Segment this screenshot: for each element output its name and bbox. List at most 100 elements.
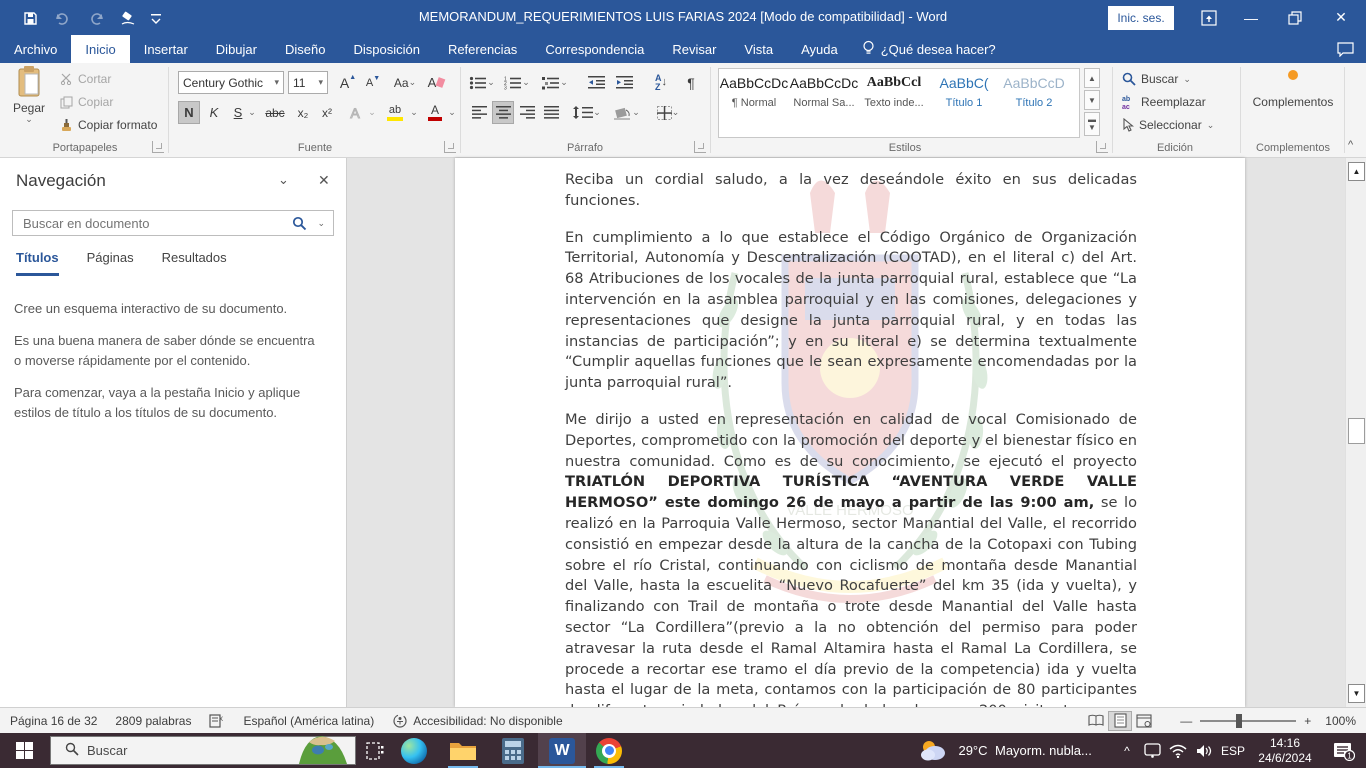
- weather-temperature[interactable]: 29°C: [953, 733, 993, 768]
- sign-in-button[interactable]: Inic. ses.: [1108, 6, 1174, 30]
- page-indicator[interactable]: Página 16 de 32: [10, 714, 97, 728]
- align-left-button[interactable]: [468, 101, 490, 124]
- tab-vista[interactable]: Vista: [730, 35, 787, 63]
- shrink-font-button[interactable]: A▼: [362, 71, 384, 94]
- nav-search-box[interactable]: ⌄: [12, 210, 334, 236]
- tab-dibujar[interactable]: Dibujar: [202, 35, 271, 63]
- styles-dialog-launcher[interactable]: [1096, 141, 1108, 153]
- find-button[interactable]: Buscar⌄: [1122, 72, 1191, 86]
- proofing-errors-icon[interactable]: x: [209, 713, 225, 728]
- tab-inicio[interactable]: Inicio: [71, 35, 129, 63]
- zoom-in-button[interactable]: +: [1304, 714, 1311, 728]
- font-dialog-launcher[interactable]: [444, 141, 456, 153]
- restore-button[interactable]: [1278, 0, 1312, 35]
- document-page[interactable]: VALLE HERMOSO Reciba un cordial saludo, …: [455, 158, 1245, 707]
- nav-tab-resultados[interactable]: Resultados: [162, 250, 227, 276]
- vertical-scrollbar[interactable]: ▲ ▼: [1345, 158, 1366, 707]
- weather-icon[interactable]: [916, 733, 952, 768]
- format-painter-button[interactable]: Copiar formato: [60, 118, 157, 132]
- edge-icon[interactable]: [398, 733, 430, 768]
- ribbon-display-options-icon[interactable]: [1192, 0, 1226, 35]
- font-color-caret-icon[interactable]: ⌄: [446, 101, 458, 124]
- underline-button[interactable]: S: [228, 101, 248, 124]
- highlight-button[interactable]: ab: [382, 101, 408, 124]
- search-options-caret-icon[interactable]: ⌄: [317, 218, 325, 229]
- style-normal-sa[interactable]: AaBbCcDc Normal Sa...: [789, 69, 859, 137]
- style-normal[interactable]: AaBbCcDc ¶ Normal: [719, 69, 789, 137]
- styles-more-icon[interactable]: ▬▼: [1084, 112, 1100, 136]
- nav-search-input[interactable]: [21, 212, 271, 234]
- strikethrough-button[interactable]: abc: [262, 101, 288, 124]
- scrollbar-thumb[interactable]: [1348, 418, 1365, 444]
- bold-button[interactable]: N: [178, 101, 200, 124]
- grow-font-button[interactable]: A▲: [336, 71, 360, 94]
- zoom-percentage[interactable]: 100%: [1325, 714, 1356, 728]
- tab-ayuda[interactable]: Ayuda: [787, 35, 852, 63]
- chrome-icon[interactable]: [592, 733, 626, 768]
- italic-button[interactable]: K: [204, 101, 224, 124]
- wifi-icon[interactable]: [1166, 733, 1190, 768]
- addins-button[interactable]: Complementos: [1248, 69, 1338, 109]
- tab-archivo[interactable]: Archivo: [0, 35, 71, 63]
- superscript-button[interactable]: x²: [316, 101, 338, 124]
- web-layout-icon[interactable]: [1132, 711, 1156, 731]
- multilevel-list-button[interactable]: ⌄: [540, 71, 570, 94]
- shading-button[interactable]: ⌄: [610, 101, 644, 124]
- volume-icon[interactable]: [1192, 733, 1216, 768]
- task-view-button[interactable]: [360, 733, 390, 768]
- language-indicator[interactable]: Español (América latina): [243, 714, 374, 728]
- calculator-icon[interactable]: [496, 733, 530, 768]
- search-icon[interactable]: [292, 216, 307, 236]
- taskbar-search-box[interactable]: Buscar: [50, 736, 356, 765]
- zoom-slider-thumb[interactable]: [1236, 714, 1242, 728]
- nav-pane-close-icon[interactable]: ✕: [318, 172, 330, 189]
- document-text[interactable]: Reciba un cordial saludo, a la vez deseá…: [565, 170, 1137, 707]
- align-right-button[interactable]: [516, 101, 538, 124]
- pilcrow-button[interactable]: ¶: [680, 71, 702, 94]
- print-layout-icon[interactable]: [1108, 711, 1132, 731]
- comments-icon[interactable]: [1337, 35, 1366, 63]
- tell-me-box[interactable]: ¿Qué desea hacer?: [852, 35, 1006, 63]
- font-color-button[interactable]: A: [424, 101, 446, 124]
- numbering-button[interactable]: 123⌄: [502, 71, 532, 94]
- sort-button[interactable]: AZ↓: [648, 71, 674, 94]
- decrease-indent-button[interactable]: [584, 71, 608, 94]
- weather-description[interactable]: Mayorm. nubla...: [995, 733, 1107, 768]
- tab-diseno[interactable]: Diseño: [271, 35, 339, 63]
- word-taskbar-icon[interactable]: W: [538, 733, 586, 768]
- styles-scroll-down-icon[interactable]: ▼: [1084, 90, 1100, 110]
- language-indicator-esp[interactable]: ESP: [1218, 733, 1248, 768]
- select-button[interactable]: Seleccionar⌄: [1122, 118, 1214, 132]
- accessibility-indicator[interactable]: Accesibilidad: No disponible: [392, 713, 562, 728]
- close-button[interactable]: ✕: [1324, 0, 1358, 35]
- paste-button[interactable]: Pegar ⌄: [6, 66, 52, 138]
- bullets-button[interactable]: ⌄: [468, 71, 496, 94]
- tab-insertar[interactable]: Insertar: [130, 35, 202, 63]
- line-spacing-button[interactable]: ⌄: [570, 101, 604, 124]
- scroll-up-icon[interactable]: ▲: [1348, 162, 1365, 181]
- styles-scroll-up-icon[interactable]: ▲: [1084, 68, 1100, 88]
- style-titulo-1[interactable]: AaBbC( Título 1: [929, 69, 999, 137]
- start-button[interactable]: [0, 733, 48, 768]
- wireless-display-icon[interactable]: [1140, 733, 1164, 768]
- borders-button[interactable]: ⌄: [650, 101, 686, 124]
- justify-button[interactable]: [540, 101, 562, 124]
- nav-tab-titulos[interactable]: Títulos: [16, 250, 59, 276]
- increase-indent-button[interactable]: [612, 71, 636, 94]
- font-size-select[interactable]: 11▾: [288, 71, 328, 94]
- paragraph-dialog-launcher[interactable]: [694, 141, 706, 153]
- tab-correspondencia[interactable]: Correspondencia: [531, 35, 658, 63]
- zoom-slider[interactable]: [1200, 720, 1296, 722]
- tab-revisar[interactable]: Revisar: [658, 35, 730, 63]
- style-texto-independiente[interactable]: AaBbCcl Texto inde...: [859, 69, 929, 137]
- nav-pane-options-icon[interactable]: ⌄: [278, 172, 289, 188]
- highlight-caret-icon[interactable]: ⌄: [408, 101, 420, 124]
- clipboard-dialog-launcher[interactable]: [152, 141, 164, 153]
- replace-button[interactable]: abac Reemplazar: [1122, 95, 1206, 109]
- tray-chevron-up-icon[interactable]: ^: [1116, 733, 1138, 768]
- scroll-down-icon[interactable]: ▼: [1348, 684, 1365, 703]
- nav-tab-paginas[interactable]: Páginas: [87, 250, 134, 276]
- zoom-out-button[interactable]: —: [1180, 714, 1192, 728]
- clock[interactable]: 14:16 24/6/2024: [1250, 733, 1320, 768]
- underline-caret-icon[interactable]: ⌄: [246, 101, 258, 124]
